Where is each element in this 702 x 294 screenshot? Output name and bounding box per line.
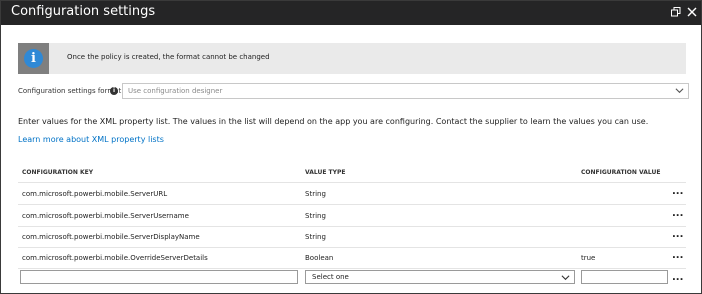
row-type: Boolean	[305, 254, 334, 262]
format-select-value: Use configuration designer	[128, 87, 223, 95]
row-type: String	[305, 212, 326, 220]
format-info-icon[interactable]: i	[110, 87, 118, 95]
row-key: com.microsoft.powerbi.mobile.ServerDispl…	[22, 233, 200, 241]
panel-title: Configuration settings	[11, 4, 156, 19]
column-header-configuration-value: CONFIGURATION VALUE	[581, 169, 661, 176]
row-type: String	[305, 190, 326, 198]
info-banner-text: Once the policy is created, the format c…	[67, 53, 270, 61]
more-options-icon[interactable]: ...	[672, 251, 683, 261]
info-icon: i	[24, 49, 43, 68]
more-options-icon[interactable]: ...	[672, 209, 683, 219]
new-value-type-select[interactable]: Select one	[305, 270, 575, 284]
format-label: Configuration settings format	[18, 87, 122, 95]
restore-window-icon[interactable]	[669, 4, 683, 20]
intro-text: Enter values for the XML property list. …	[18, 117, 649, 126]
new-configuration-value-input[interactable]	[581, 270, 668, 284]
configuration-settings-panel: Configuration settings i Once the policy…	[0, 0, 702, 294]
close-icon[interactable]	[685, 4, 699, 20]
column-header-configuration-key: CONFIGURATION KEY	[22, 169, 94, 176]
table-row: com.microsoft.powerbi.mobile.ServerUsern…	[18, 205, 686, 227]
format-select[interactable]: Use configuration designer	[122, 83, 689, 99]
row-type: String	[305, 233, 326, 241]
learn-more-link[interactable]: Learn more about XML property lists	[18, 135, 164, 144]
row-key: com.microsoft.powerbi.mobile.OverrideSer…	[22, 254, 208, 262]
table-row: com.microsoft.powerbi.mobile.OverrideSer…	[18, 247, 686, 269]
row-value: true	[581, 254, 596, 262]
more-options-icon[interactable]: ...	[672, 187, 683, 197]
row-key: com.microsoft.powerbi.mobile.ServerUsern…	[22, 212, 189, 220]
info-banner: i Once the policy is created, the format…	[18, 43, 686, 74]
table-row: com.microsoft.powerbi.mobile.ServerDispl…	[18, 226, 686, 248]
new-value-type-selected: Select one	[312, 273, 349, 281]
chevron-down-icon	[561, 275, 570, 281]
info-banner-icon-box: i	[18, 43, 49, 74]
chevron-down-icon	[675, 88, 684, 94]
column-header-value-type: VALUE TYPE	[305, 169, 346, 176]
more-options-icon[interactable]: ...	[672, 273, 683, 283]
new-configuration-key-input[interactable]	[20, 270, 298, 284]
more-options-icon[interactable]: ...	[672, 230, 683, 240]
title-bar: Configuration settings	[1, 1, 701, 25]
row-key: com.microsoft.powerbi.mobile.ServerURL	[22, 190, 168, 198]
table-row: com.microsoft.powerbi.mobile.ServerURL S…	[18, 183, 686, 205]
